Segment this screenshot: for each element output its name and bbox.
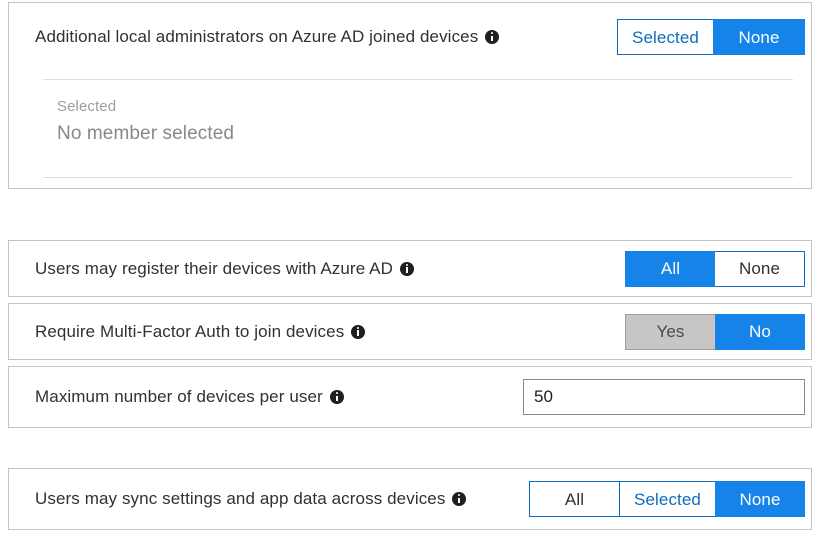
setting-card-require-mfa: Require Multi-Factor Auth to join device… xyxy=(8,303,812,360)
selected-member-label: Selected xyxy=(57,97,234,117)
setting-label-max-devices: Maximum number of devices per user xyxy=(35,386,323,408)
toggle-option-no[interactable]: No xyxy=(715,314,805,350)
setting-label-local-admins: Additional local administrators on Azure… xyxy=(35,26,478,48)
control-area-sync-settings: All Selected None xyxy=(529,481,805,517)
toggle-local-admins[interactable]: Selected None xyxy=(617,19,805,55)
info-icon[interactable] xyxy=(452,492,466,506)
setting-row-sync-settings: Users may sync settings and app data acr… xyxy=(9,469,811,529)
toggle-require-mfa[interactable]: Yes No xyxy=(625,314,805,350)
setting-card-max-devices: Maximum number of devices per user xyxy=(8,366,812,428)
setting-card-register-devices: Users may register their devices with Az… xyxy=(8,240,812,297)
setting-row-register-devices: Users may register their devices with Az… xyxy=(9,241,811,296)
control-area-local-admins: Selected None xyxy=(617,19,805,55)
info-icon[interactable] xyxy=(485,30,499,44)
control-area-max-devices xyxy=(523,379,805,415)
divider-top xyxy=(43,79,793,80)
setting-label-register-devices: Users may register their devices with Az… xyxy=(35,258,393,280)
toggle-sync-settings[interactable]: All Selected None xyxy=(529,481,805,517)
selected-member-value[interactable]: No member selected xyxy=(57,121,234,147)
max-devices-input[interactable] xyxy=(523,379,805,415)
setting-card-sync-settings: Users may sync settings and app data acr… xyxy=(8,468,812,530)
setting-label-require-mfa: Require Multi-Factor Auth to join device… xyxy=(35,321,344,343)
toggle-option-selected[interactable]: Selected xyxy=(617,19,713,55)
device-settings-page: Additional local administrators on Azure… xyxy=(0,0,818,539)
toggle-option-none[interactable]: None xyxy=(713,19,805,55)
toggle-option-none[interactable]: None xyxy=(715,251,805,287)
toggle-option-yes[interactable]: Yes xyxy=(625,314,715,350)
info-icon[interactable] xyxy=(351,325,365,339)
setting-row-local-admins: Additional local administrators on Azure… xyxy=(9,3,811,71)
selected-member-block: Selected No member selected xyxy=(57,97,234,147)
control-area-register-devices: All None xyxy=(625,251,805,287)
setting-row-max-devices: Maximum number of devices per user xyxy=(9,367,811,427)
toggle-option-all[interactable]: All xyxy=(529,481,619,517)
toggle-option-selected[interactable]: Selected xyxy=(619,481,715,517)
toggle-option-none[interactable]: None xyxy=(715,481,805,517)
toggle-option-all[interactable]: All xyxy=(625,251,715,287)
setting-label-sync-settings: Users may sync settings and app data acr… xyxy=(35,488,445,510)
setting-card-local-admins: Additional local administrators on Azure… xyxy=(8,2,812,189)
info-icon[interactable] xyxy=(330,390,344,404)
toggle-register-devices[interactable]: All None xyxy=(625,251,805,287)
info-icon[interactable] xyxy=(400,262,414,276)
divider-bottom xyxy=(43,177,793,178)
control-area-require-mfa: Yes No xyxy=(625,314,805,350)
setting-row-require-mfa: Require Multi-Factor Auth to join device… xyxy=(9,304,811,359)
